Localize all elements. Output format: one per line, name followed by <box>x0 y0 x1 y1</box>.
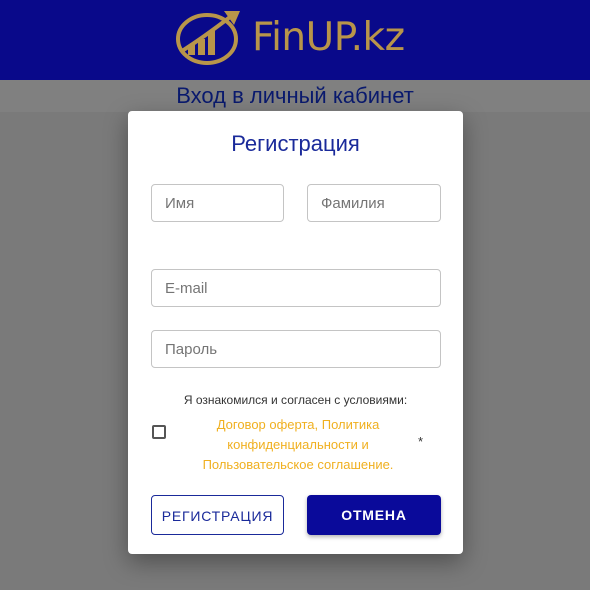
terms-label: Я ознакомился и согласен с условиями: <box>183 393 408 407</box>
site-header: FinUP.kz <box>0 0 590 80</box>
terms-checkbox[interactable] <box>152 425 166 439</box>
password-input[interactable] <box>151 330 441 368</box>
brand-name: FinUP.kz <box>252 15 405 60</box>
page-subtitle: Вход в личный кабинет <box>176 83 414 108</box>
dialog-title: Регистрация <box>231 131 360 156</box>
required-mark: * <box>418 434 424 449</box>
last-name-input[interactable] <box>307 184 441 222</box>
first-name-input[interactable] <box>151 184 284 222</box>
terms-links: Договор оферта, Политика конфиденциально… <box>188 415 408 475</box>
registration-dialog: Регистрация Я ознакомился и согласен с у… <box>128 111 463 554</box>
terms-link-privacy[interactable]: конфиденциальности и <box>188 435 408 455</box>
terms-link-user-agreement[interactable]: Пользовательское соглашение. <box>188 455 408 475</box>
register-button[interactable]: РЕГИСТРАЦИЯ <box>151 495 284 535</box>
page-subtitle-bar: Вход в личный кабинет <box>0 80 590 112</box>
growth-chart-logo-icon <box>176 11 240 65</box>
site-logo[interactable]: FinUP.kz <box>174 7 424 69</box>
terms-link-offer[interactable]: Договор оферта, Политика <box>188 415 408 435</box>
email-input[interactable] <box>151 269 441 307</box>
cancel-button[interactable]: ОТМЕНА <box>307 495 441 535</box>
